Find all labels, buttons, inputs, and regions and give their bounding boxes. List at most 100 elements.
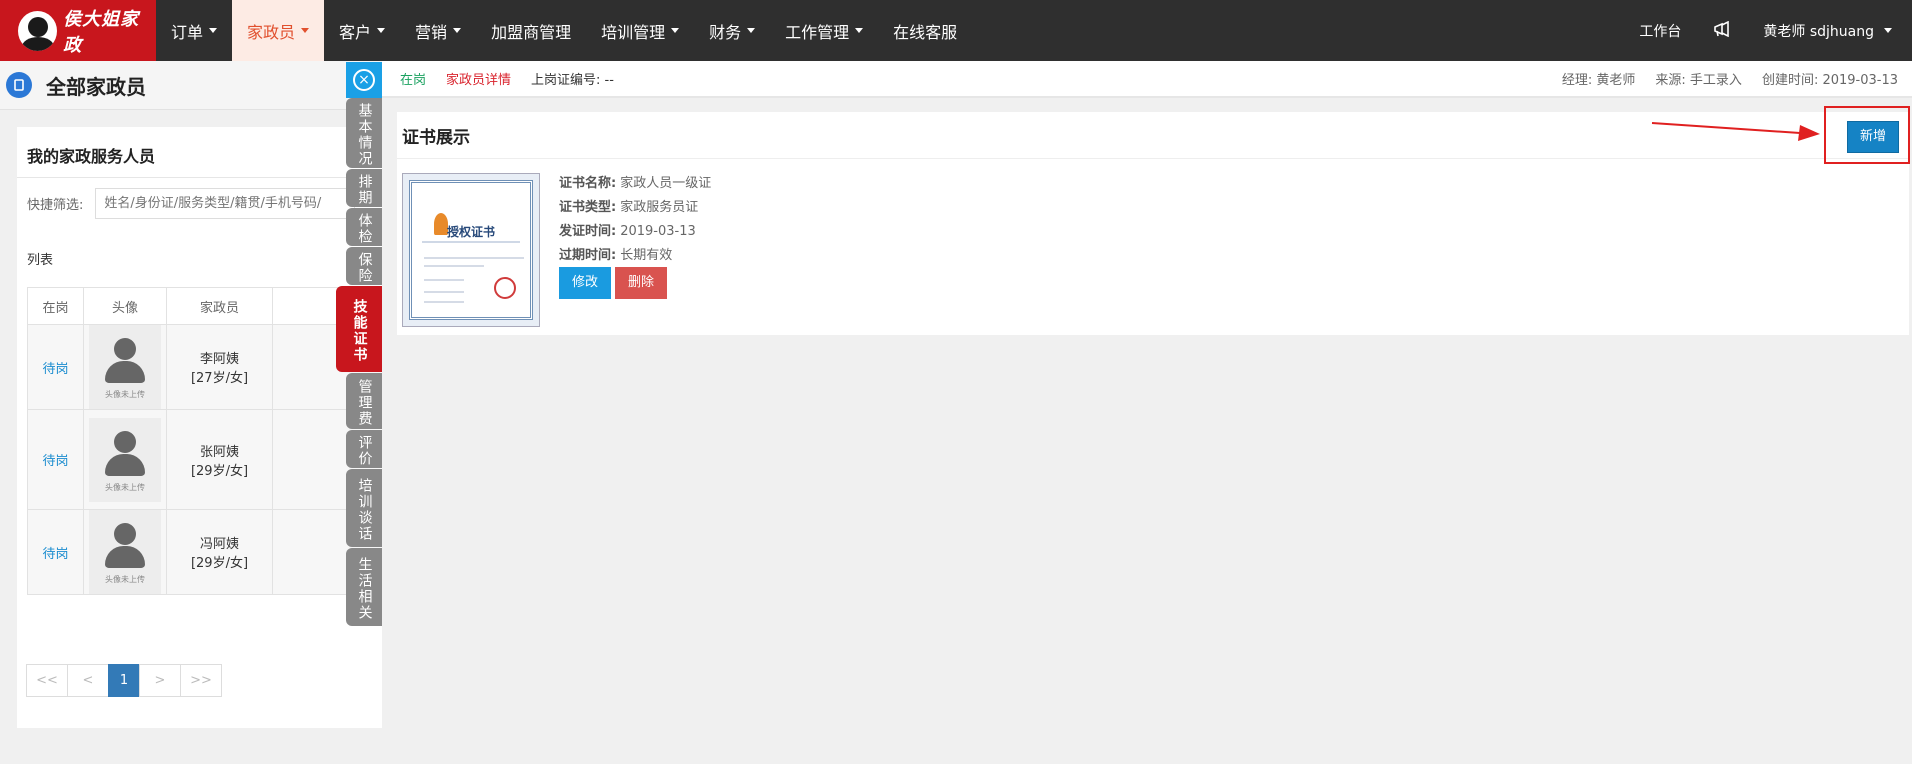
created-time-text: 创建时间: 2019-03-13 [1761,73,1898,88]
status-badge: 在岗 [400,73,427,88]
menu-work-management[interactable]: 工作管理 [770,0,878,61]
worker-info: [27岁/女] [190,371,249,386]
menu-marketing[interactable]: 营销 [400,0,476,61]
first-page-button[interactable]: << [26,664,68,697]
logo-portrait-icon [18,10,58,51]
menu-label: 营销 [415,22,448,42]
issue-date-value: 2019-03-13 [620,224,696,239]
section-title: 我的家政服务人员 [17,127,382,178]
worker-info: [29岁/女] [190,556,249,571]
cert-name-value: 家政人员一级证 [620,176,712,191]
menu-label: 家政员 [247,22,296,42]
worker-detail-panel: 在岗 家政员详情 上岗证编号: -- 经理: 黄老师 来源: 手工录入 创建时间… [382,61,1912,764]
menu-label: 财务 [709,22,742,42]
last-page-button[interactable]: >> [180,664,222,697]
worker-name: 冯阿姨 [199,537,239,552]
caret-down-icon [747,28,756,33]
menu-label: 培训管理 [601,22,666,42]
cert-number: 上岗证编号: -- [531,73,614,88]
page-header: 全部家政员 [0,61,382,110]
worker-name: 李阿姨 [199,352,239,367]
worker-table: 在岗 头像 家政员 待岗 头像未上传 李阿姨 [27岁/女] 待岗 头像未上传 张… [27,287,387,595]
certificate-section: 证书展示 新增 授权证书 证书名称: 家政人员一级证 证书类型: 家政服务员证 发证… [397,112,1909,335]
logo-text: 侯大姐家政 [63,8,140,56]
table-row[interactable]: 待岗 头像未上传 冯阿姨 [29岁/女] [27,509,387,595]
menu-label: 订单 [171,22,204,42]
menu-finance[interactable]: 财务 [694,0,770,61]
tab-basic-info[interactable]: 基本情况 [346,98,382,168]
menu-training[interactable]: 培训管理 [586,0,694,61]
brand-logo[interactable]: 侯大姐家政 [0,0,156,61]
caret-down-icon [855,28,864,33]
status-link[interactable]: 待岗 [42,362,68,377]
menu-orders[interactable]: 订单 [156,0,232,61]
nav-right: 工作台 黄老师 sdjhuang [1639,0,1912,61]
close-panel-button[interactable]: × [346,62,382,98]
status-link[interactable]: 待岗 [42,547,68,562]
expire-date-label: 过期时间: [559,248,617,263]
seal-icon [494,277,516,299]
caret-down-icon [1884,28,1892,33]
pagination: << < 1 > >> [26,664,222,697]
menu-franchise[interactable]: 加盟商管理 [476,0,586,61]
avatar: 头像未上传 [89,417,161,502]
page-title: 全部家政员 [46,74,146,99]
cert-type-label: 证书类型: [559,200,617,215]
main-menu: 订单 家政员 客户 营销 加盟商管理 培训管理 财务 工作管理 在线客服 [156,0,972,61]
menu-customers[interactable]: 客户 [324,0,400,61]
megaphone-icon[interactable] [1713,20,1731,41]
menu-online-service[interactable]: 在线客服 [878,0,972,61]
filter-label: 快捷筛选: [27,198,84,213]
tab-skill-certificates[interactable]: 技能证书 [336,286,382,372]
page-1-button[interactable]: 1 [108,664,140,697]
worker-info: [29岁/女] [190,463,249,479]
tab-insurance[interactable]: 保险 [346,247,382,285]
edit-certificate-button[interactable]: 修改 [559,267,611,299]
user-menu[interactable]: 黄老师 sdjhuang [1763,21,1892,41]
column-header: 家政员 [166,287,273,325]
delete-certificate-button[interactable]: 删除 [615,267,667,299]
menu-label: 客户 [339,22,372,42]
top-navbar: 侯大姐家政 订单 家政员 客户 营销 加盟商管理 培训管理 财务 工作管理 在线… [0,0,1912,61]
avatar-placeholder-text: 头像未上传 [105,390,145,399]
annotation-arrow-icon [1651,122,1820,141]
issue-date-label: 发证时间: [559,224,617,239]
tab-physical-exam[interactable]: 体检 [346,208,382,246]
certificate-image-title: 授权证书 [446,225,495,239]
menu-label: 工作管理 [785,22,850,42]
caret-down-icon [301,28,310,33]
meta-info: 经理: 黄老师 来源: 手工录入 创建时间: 2019-03-13 [1562,69,1912,88]
menu-label: 在线客服 [893,22,958,42]
close-icon: × [353,69,375,91]
prev-page-button[interactable]: < [67,664,109,697]
annotation-highlight-box [1824,106,1910,164]
table-row[interactable]: 待岗 头像未上传 李阿姨 [27岁/女] [27,324,387,410]
tab-management-fee[interactable]: 管理费 [346,373,382,429]
table-row[interactable]: 待岗 头像未上传 张阿姨 [29岁/女] [27,409,387,510]
caret-down-icon [453,28,462,33]
tab-schedule[interactable]: 排期 [346,169,382,207]
source-text: 来源: 手工录入 [1655,73,1742,88]
tab-training-talk[interactable]: 培训谈话 [346,469,382,547]
user-name: 黄老师 sdjhuang [1763,23,1874,40]
tab-life-related[interactable]: 生活相关 [346,548,382,626]
worker-detail-link[interactable]: 家政员详情 [446,69,511,88]
avatar-placeholder-text: 头像未上传 [105,575,145,584]
menu-label: 加盟商管理 [491,22,572,42]
certificate-actions: 修改 删除 [559,267,667,299]
book-icon [6,72,32,98]
worker-name: 张阿姨 [199,444,239,460]
certificate-image[interactable]: 授权证书 [402,173,540,327]
worker-list-panel: 全部家政员 我的家政服务人员 快捷筛选: 列表 在岗 头像 家政员 待岗 头像未… [0,61,387,764]
next-page-button[interactable]: > [139,664,181,697]
tab-reviews[interactable]: 评价 [346,430,382,468]
avatar-placeholder-text: 头像未上传 [105,482,145,492]
filter-row: 快捷筛选: [17,178,382,229]
workbench-link[interactable]: 工作台 [1639,21,1681,41]
menu-workers[interactable]: 家政员 [232,0,325,61]
column-header: 在岗 [27,287,84,325]
quick-filter-input[interactable] [95,188,356,219]
caret-down-icon [209,28,218,33]
caret-down-icon [377,28,386,33]
status-link[interactable]: 待岗 [42,454,68,469]
